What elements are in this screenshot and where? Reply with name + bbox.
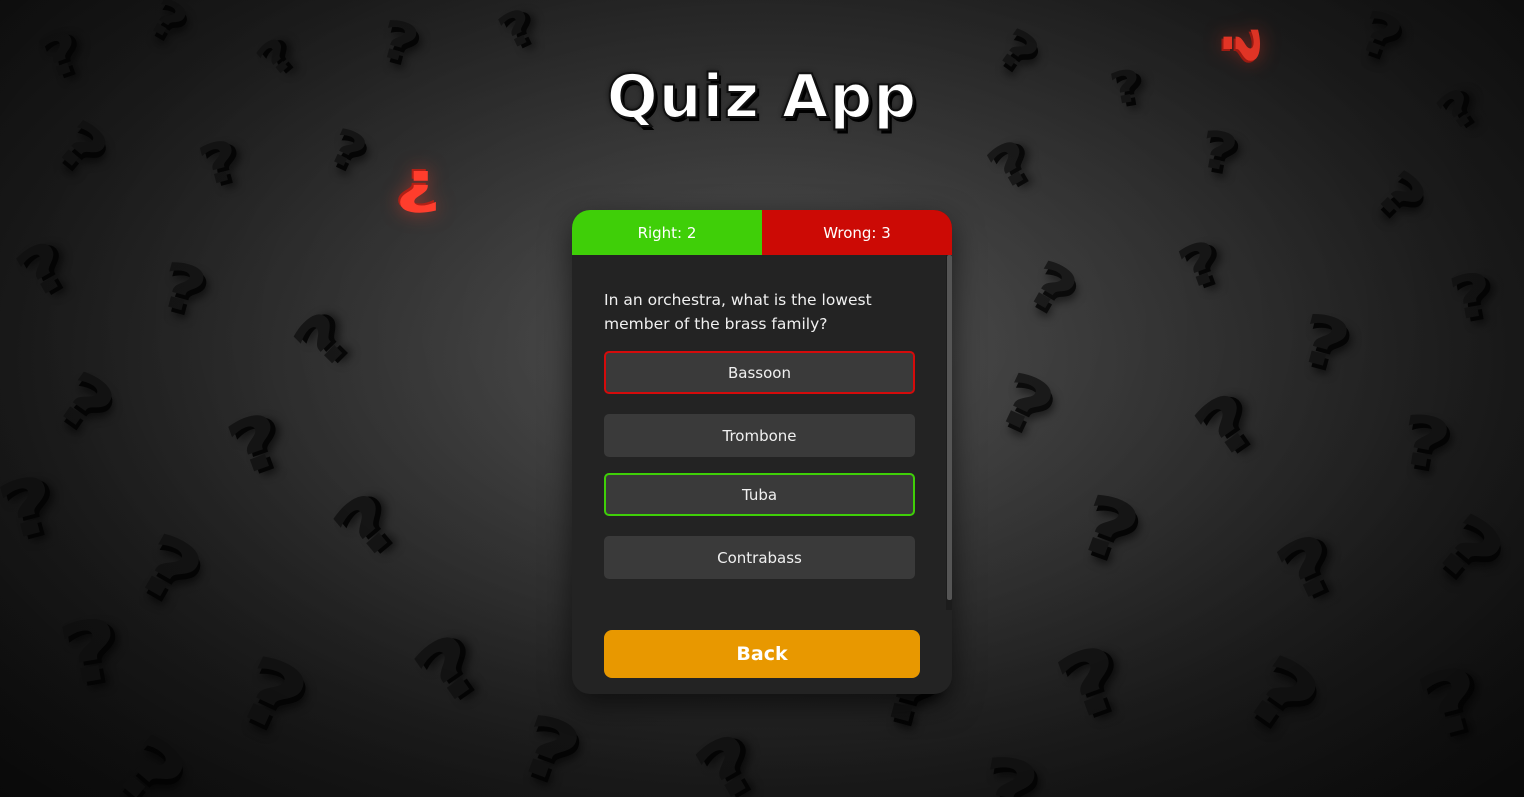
question-mark-icon: ? [0, 457, 67, 559]
question-mark-icon: ? [1180, 375, 1273, 477]
question-mark-icon: ? [120, 514, 218, 625]
question-mark-icon: ? [1226, 634, 1338, 756]
answer-option-trombone[interactable]: Trombone [604, 414, 915, 457]
question-mark-icon: ? [279, 297, 368, 385]
app-title: Quiz App [606, 61, 918, 133]
score-bar: Right: 2 Wrong: 3 [572, 210, 952, 255]
right-score: Right: 2 [572, 210, 762, 255]
question-mark-icon: ? [1015, 245, 1090, 330]
answer-option-contrabass[interactable]: Contrabass [604, 536, 915, 579]
back-button[interactable]: Back [604, 630, 920, 678]
question-mark-icon: ? [192, 127, 247, 200]
question-mark-icon: ? [1195, 119, 1242, 185]
question-mark-icon: ? [1444, 259, 1499, 335]
wrong-score: Wrong: 3 [762, 210, 952, 255]
question-mark-icon: ? [985, 355, 1067, 452]
question-mark-icon: ? [95, 715, 205, 797]
scrollbar-thumb[interactable] [947, 255, 952, 600]
question-mark-icon: ? [976, 126, 1045, 204]
scrollbar[interactable] [946, 255, 952, 610]
question-mark-icon: ? [151, 248, 214, 330]
question-mark-icon: ? [1263, 515, 1353, 621]
question-mark-icon: ? [1066, 476, 1151, 582]
question-mark-icon: ? [1416, 495, 1522, 605]
question-mark-icon: ? [505, 695, 593, 797]
question-mark-icon: ? [318, 475, 416, 578]
question-mark-icon: ? [398, 614, 500, 725]
question-scroll-area[interactable]: In an orchestra, what is the lowest memb… [572, 255, 952, 610]
question-mark-icon: ? [1170, 227, 1231, 303]
question-mark-icon: ? [1362, 157, 1440, 235]
question-mark-icon: ? [217, 396, 295, 494]
question-mark-icon: ? [972, 738, 1046, 797]
quiz-card: Right: 2 Wrong: 3 In an orchestra, what … [572, 210, 952, 694]
answer-option-tuba[interactable]: Tuba [604, 473, 915, 516]
red-question-mark-icon: ? [395, 157, 442, 223]
red-question-mark-icon: ? [1211, 24, 1270, 66]
question-mark-icon: ? [490, 0, 544, 61]
question-mark-icon: ? [4, 225, 82, 314]
question-text: In an orchestra, what is the lowest memb… [604, 291, 872, 333]
question-mark-icon: ? [681, 715, 775, 797]
question-mark-icon: ? [1350, 0, 1411, 73]
answer-option-bassoon[interactable]: Bassoon [604, 351, 915, 394]
question-mark-icon: ? [1393, 399, 1457, 487]
question-mark-icon: ? [41, 355, 129, 451]
question-mark-icon: ? [1408, 647, 1494, 759]
question-mark-icon: ? [51, 598, 129, 706]
question-mark-icon: ? [1044, 625, 1138, 742]
question-mark-icon: ? [221, 635, 323, 755]
question-mark-icon: ? [138, 0, 197, 53]
question-mark-icon: ? [1290, 297, 1359, 387]
